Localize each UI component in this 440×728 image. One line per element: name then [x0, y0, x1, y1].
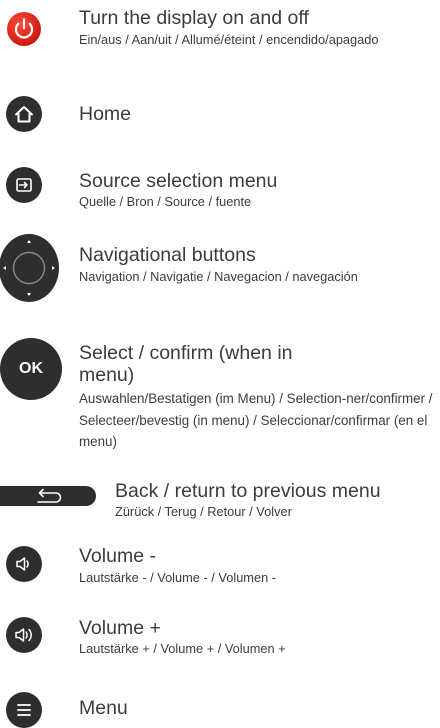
item-subtitle: Navigation / Navigatie / Navegacion / na… [79, 269, 358, 284]
item-subtitle: Lautstärke - / Volume - / Volumen - [79, 570, 277, 585]
item-title: Menu [79, 697, 128, 719]
navigation-pad-icon [0, 233, 62, 303]
item-title: Source selection menu [79, 170, 278, 192]
source-icon [6, 167, 42, 203]
item-title: Back / return to previous menu [115, 480, 381, 502]
item-subtitle: Quelle / Bron / Source / fuente [79, 194, 252, 209]
item-title: Select / confirm (when in menu) [79, 342, 293, 386]
item-title: Volume - [79, 545, 156, 567]
menu-icon [6, 692, 42, 728]
volume-up-icon [6, 617, 42, 653]
volume-down-icon [6, 546, 42, 582]
power-icon [6, 11, 42, 47]
item-title: Volume + [79, 617, 161, 639]
ok-icon: OK [0, 338, 62, 400]
item-title: Navigational buttons [79, 244, 256, 266]
ok-icon-label: OK [19, 360, 43, 377]
home-icon [6, 96, 42, 132]
item-subtitle: Auswahlen/Bestatigen (im Menu) / Selecti… [79, 391, 433, 449]
item-subtitle: Zürück / Terug / Retour / Volver [115, 504, 292, 519]
back-icon [0, 484, 100, 508]
item-subtitle: Ein/aus / Aan/uit / Allumé/éteint / ence… [79, 32, 379, 47]
item-subtitle: Lautstärke + / Volume + / Volumen + [79, 641, 286, 656]
item-title: Turn the display on and off [79, 7, 309, 29]
item-title: Home [79, 103, 132, 125]
